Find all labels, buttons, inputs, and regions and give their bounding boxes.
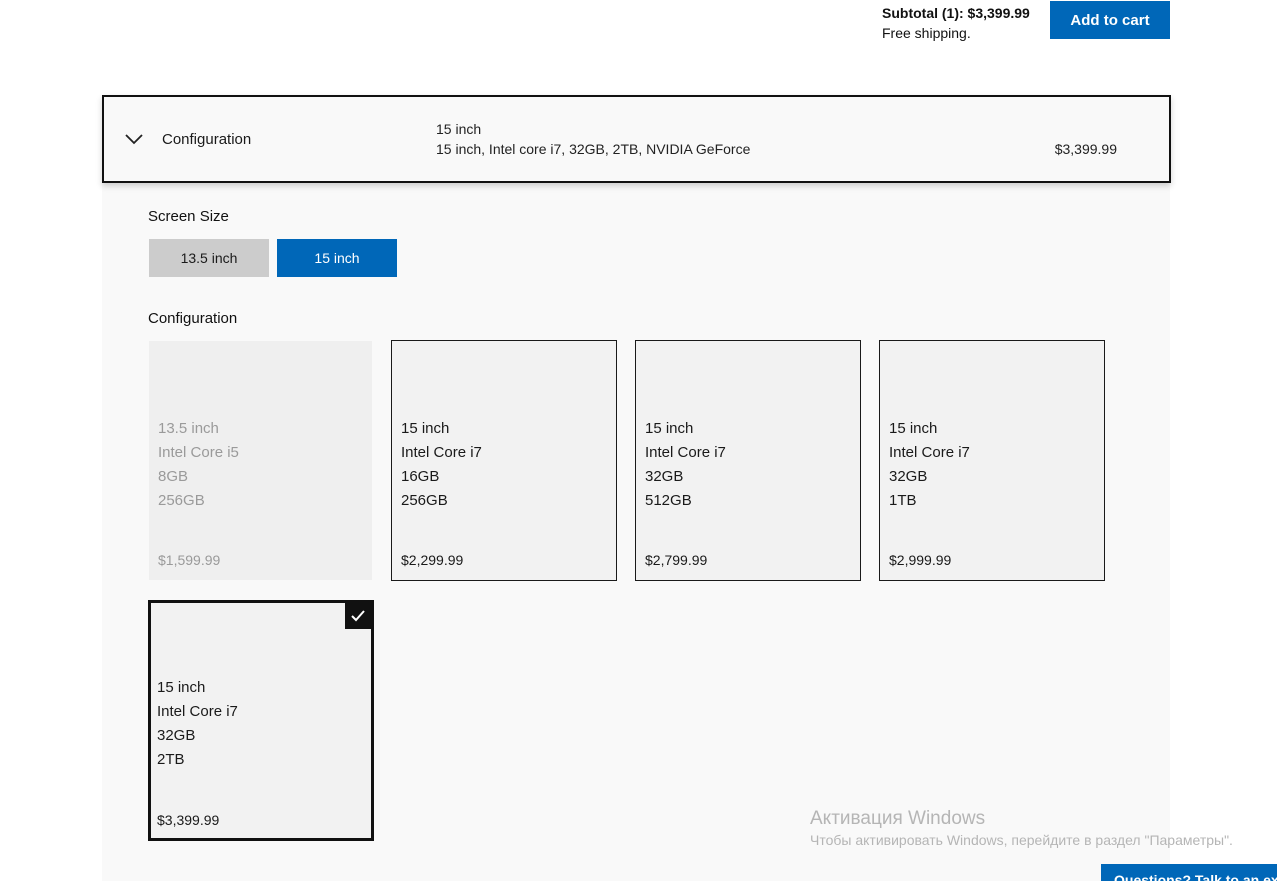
card-size: 15 inch [889,420,938,437]
add-to-cart-button[interactable]: Add to cart [1050,1,1170,39]
card-storage: 256GB [401,492,448,509]
windows-activation-watermark: Активация Windows Чтобы активировать Win… [810,808,1233,848]
accordion-summary-details: 15 inch, Intel core i7, 32GB, 2TB, NVIDI… [436,141,751,157]
card-cpu: Intel Core i7 [157,703,238,720]
card-ram: 32GB [645,468,684,485]
config-card-15-i7-16gb-256gb[interactable]: 15 inch Intel Core i7 16GB 256GB $2,299.… [391,340,617,581]
checkmark-icon [345,603,371,629]
card-price: $1,599.99 [158,552,221,568]
size-option-13-5-inch[interactable]: 13.5 inch [149,239,269,277]
subtotal-text: Subtotal (1): $3,399.99 [882,5,1030,21]
shipping-text: Free shipping. [882,25,971,41]
card-specs: 13.5 inch Intel Core i5 8GB 256GB [158,417,239,513]
card-price: $2,299.99 [401,552,464,568]
card-size: 15 inch [401,420,450,437]
card-specs: 15 inch Intel Core i7 32GB 512GB [645,417,726,513]
card-storage: 1TB [889,492,917,509]
card-price: $2,999.99 [889,552,952,568]
card-cpu: Intel Core i5 [158,444,239,461]
card-size: 15 inch [645,420,694,437]
card-cpu: Intel Core i7 [401,444,482,461]
size-option-15-inch[interactable]: 15 inch [277,239,397,277]
watermark-subtitle: Чтобы активировать Windows, перейдите в … [810,832,1233,848]
card-storage: 512GB [645,492,692,509]
card-price: $2,799.99 [645,552,708,568]
card-specs: 15 inch Intel Core i7 32GB 1TB [889,417,970,513]
configuration-accordion-header[interactable]: Configuration 15 inch 15 inch, Intel cor… [102,95,1171,183]
ask-expert-tab[interactable]: Questions? Talk to an expert [1101,864,1277,881]
card-cpu: Intel Core i7 [645,444,726,461]
configuration-label: Configuration [148,310,238,327]
card-cpu: Intel Core i7 [889,444,970,461]
card-price: $3,399.99 [157,812,220,828]
card-specs: 15 inch Intel Core i7 32GB 2TB [157,676,238,772]
card-specs: 15 inch Intel Core i7 16GB 256GB [401,417,482,513]
card-ram: 16GB [401,468,440,485]
card-storage: 256GB [158,492,205,509]
accordion-price: $3,399.99 [1054,141,1117,157]
card-size: 13.5 inch [158,420,219,437]
config-card-13-5-i5-8gb-256gb: 13.5 inch Intel Core i5 8GB 256GB $1,599… [149,341,372,580]
accordion-summary-size: 15 inch [436,121,482,137]
config-card-15-i7-32gb-1tb[interactable]: 15 inch Intel Core i7 32GB 1TB $2,999.99 [879,340,1105,581]
card-storage: 2TB [157,751,185,768]
card-ram: 32GB [157,727,196,744]
chevron-down-icon [124,129,144,149]
card-size: 15 inch [157,679,206,696]
config-card-15-i7-32gb-512gb[interactable]: 15 inch Intel Core i7 32GB 512GB $2,799.… [635,340,861,581]
screen-size-label: Screen Size [148,208,229,225]
cart-summary: Subtotal (1): $3,399.99 Free shipping. [882,3,1030,43]
config-card-15-i7-32gb-2tb[interactable]: 15 inch Intel Core i7 32GB 2TB $3,399.99 [148,600,374,841]
accordion-title: Configuration [162,131,252,148]
card-ram: 8GB [158,468,189,485]
card-ram: 32GB [889,468,928,485]
watermark-title: Активация Windows [810,808,986,829]
